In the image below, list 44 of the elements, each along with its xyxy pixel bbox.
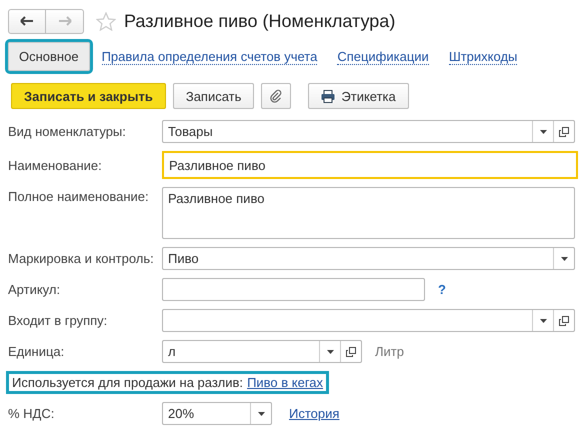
printer-icon (321, 90, 336, 102)
history-link[interactable]: История (289, 406, 340, 421)
paperclip-icon (270, 89, 282, 103)
tab-link[interactable]: Правила определения счетов учета (102, 48, 318, 64)
field-label: Наименование: (8, 158, 103, 172)
input-field[interactable]: 20% (162, 402, 272, 425)
forward-arrow-icon (58, 16, 72, 26)
caret-icon (258, 412, 264, 416)
caret-icon (540, 130, 546, 134)
input-field[interactable]: л (162, 340, 362, 363)
save-button[interactable]: Записать (172, 83, 254, 109)
field-label: Маркировка и контроль: (8, 251, 154, 266)
field-label: Полное наименование: (8, 189, 150, 204)
open-window-icon (559, 316, 569, 326)
field-label: Вид номенклатуры: (8, 124, 127, 139)
unit-name: Литр (375, 344, 404, 359)
window-title: Разливное пиво (Номенклатура) (124, 10, 396, 32)
caret-icon (326, 350, 334, 354)
input-field[interactable] (162, 309, 575, 332)
field-label: Артикул: (8, 282, 62, 297)
help-link[interactable]: ? (438, 282, 446, 297)
input-field[interactable]: Товары (162, 120, 575, 143)
open-window-icon (346, 346, 356, 356)
active-tab[interactable]: Основное (8, 42, 90, 71)
open-window-icon (559, 126, 569, 136)
back-button[interactable] (8, 8, 46, 34)
text-area[interactable]: Разливное пиво (162, 187, 575, 239)
kegs-link[interactable]: Пиво в кегах (247, 375, 324, 390)
attach-button[interactable] (261, 83, 292, 109)
field-label: Единица: (8, 344, 66, 359)
info-text: Используется для продажи на разлив: (12, 375, 244, 390)
tab-link[interactable]: Спецификации (337, 48, 429, 64)
input-field[interactable] (162, 278, 425, 301)
back-arrow-icon (20, 16, 34, 26)
print-label-button[interactable]: Этикетка (308, 83, 409, 109)
input-field[interactable]: Разливное пиво (162, 151, 578, 179)
tab-link[interactable]: Штрихкоды (448, 48, 518, 64)
input-field[interactable]: Пиво (162, 247, 575, 270)
star-icon[interactable] (96, 12, 116, 30)
field-label: Входит в группу: (8, 313, 108, 328)
caret-icon (540, 318, 546, 322)
field-label: % НДС: (8, 406, 56, 421)
save-and-close-button[interactable]: Записать и закрыть (11, 83, 166, 109)
caret-icon (560, 256, 568, 260)
